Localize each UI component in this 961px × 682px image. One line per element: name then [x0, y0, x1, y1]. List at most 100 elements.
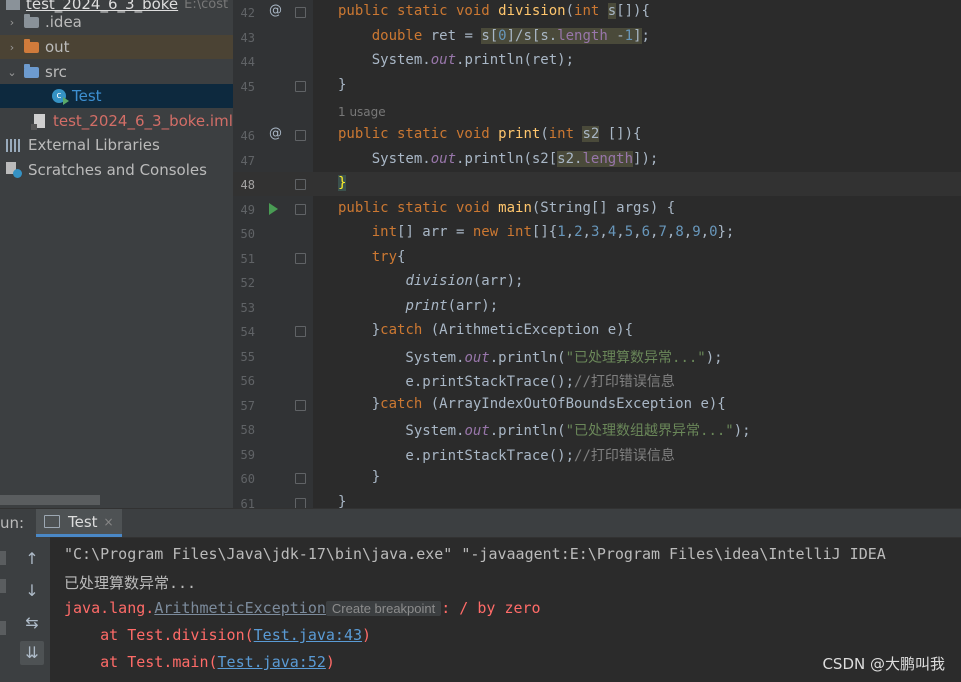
fold-icon[interactable]	[295, 400, 306, 411]
usage-hint[interactable]: 1 usage	[338, 105, 386, 119]
tab-label: Test	[68, 512, 98, 531]
run-toolbar: ↑ ↓ ⇆ ⇊	[0, 537, 50, 682]
fold-icon[interactable]	[295, 498, 306, 508]
code-line[interactable]: 49 public static void main(String[] args…	[233, 197, 961, 221]
soft-wrap-icon[interactable]: ⇆	[20, 611, 44, 635]
code-line[interactable]: 56 e.printStackTrace();//打印错误信息	[233, 368, 961, 392]
code-line[interactable]: 61 }	[233, 491, 961, 508]
stack-trace-line: at Test.main(Test.java:52)	[64, 653, 335, 671]
tree-item-label: .idea	[45, 13, 82, 31]
line-number: 52	[240, 276, 255, 290]
code-text: e.printStackTrace();//打印错误信息	[338, 374, 675, 390]
iml-file-icon	[31, 114, 45, 130]
tree-item-label: out	[45, 38, 70, 56]
tree-item-src[interactable]: ⌄ src	[0, 60, 233, 84]
code-text: e.printStackTrace();//打印错误信息	[338, 448, 675, 464]
fold-icon[interactable]	[295, 204, 306, 215]
line-number: 58	[240, 423, 255, 437]
close-icon[interactable]: ×	[104, 515, 114, 529]
line-number: 53	[240, 301, 255, 315]
code-line[interactable]: 45 }	[233, 74, 961, 98]
fold-icon[interactable]	[295, 130, 306, 141]
code-line-current[interactable]: 48 }	[233, 172, 961, 196]
horizontal-scrollbar[interactable]	[0, 495, 100, 505]
code-text: public static void division(int s[]){	[338, 3, 650, 19]
stop-icon[interactable]	[0, 579, 6, 593]
code-line[interactable]: 46 @ public static void print(int s2 [])…	[233, 123, 961, 147]
settings-icon[interactable]	[0, 621, 6, 635]
fold-icon[interactable]	[295, 253, 306, 264]
tree-item-external-libraries[interactable]: External Libraries	[0, 133, 233, 157]
scratches-icon	[6, 162, 22, 178]
code-line[interactable]: 42 @ public static void division(int s[]…	[233, 0, 961, 24]
trace-prefix: at Test.division(	[64, 626, 254, 644]
tree-item-out[interactable]: › out	[0, 35, 233, 59]
chevron-down-icon[interactable]: ⌄	[6, 66, 18, 79]
source-link[interactable]: Test.java:52	[218, 653, 326, 671]
exception-link[interactable]: ArithmeticException	[154, 599, 326, 617]
code-text: division(arr);	[405, 273, 524, 289]
code-editor[interactable]: 42 @ public static void division(int s[]…	[233, 0, 961, 508]
code-line[interactable]: 52 division(arr);	[233, 270, 961, 294]
console-icon	[44, 515, 60, 528]
trace-suffix: )	[325, 653, 335, 671]
tree-item-label: test_2024_6_3_boke.iml	[53, 112, 233, 130]
tab-test[interactable]: Test ×	[36, 509, 122, 537]
line-number: 61	[240, 497, 255, 508]
code-line[interactable]: 60 }	[233, 466, 961, 490]
code-line[interactable]: 44 System.out.println(ret);	[233, 49, 961, 73]
code-text: try{	[371, 249, 406, 265]
code-text: }catch (ArrayIndexOutOfBoundsException e…	[338, 396, 726, 412]
chevron-right-icon[interactable]: ›	[6, 16, 18, 29]
override-marker-icon[interactable]: @	[269, 3, 282, 18]
tree-item-idea[interactable]: › .idea	[0, 10, 233, 34]
code-text: System.out.println(s2[s2.length]);	[338, 151, 659, 167]
source-link[interactable]: Test.java:43	[254, 626, 362, 644]
line-number: 45	[240, 80, 255, 94]
usage-hint-row[interactable]: 1 usage	[233, 99, 961, 123]
code-text: System.out.println(ret);	[338, 52, 575, 68]
code-line[interactable]: 43 double ret = s[0]/s[s.length -1];	[233, 25, 961, 49]
scroll-to-end-icon[interactable]: ⇊	[20, 641, 44, 665]
tree-item-label: Scratches and Consoles	[28, 161, 207, 179]
code-line[interactable]: 53 print(arr);	[233, 295, 961, 319]
line-number: 43	[240, 31, 255, 45]
code-line[interactable]: 47 System.out.println(s2[s2.length]);	[233, 148, 961, 172]
create-breakpoint-button[interactable]: Create breakpoint	[325, 601, 442, 616]
fold-icon[interactable]	[295, 179, 306, 190]
tree-item-iml[interactable]: test_2024_6_3_boke.iml	[0, 109, 233, 133]
code-line[interactable]: 50 int[] arr = new int[]{1,2,3,4,5,6,7,8…	[233, 221, 961, 245]
code-line[interactable]: 55 System.out.println("已处理算数异常...");	[233, 344, 961, 368]
console-output-line: 已处理算数异常...	[64, 574, 197, 592]
excluded-folder-icon	[24, 38, 39, 53]
chevron-right-icon[interactable]: ›	[6, 41, 18, 54]
arrow-down-icon[interactable]: ↓	[20, 579, 44, 603]
run-gutter-icon[interactable]	[269, 203, 278, 215]
exception-prefix: java.lang.	[64, 599, 155, 617]
code-text: }catch (ArithmeticException e){	[338, 322, 634, 338]
line-number: 51	[240, 252, 255, 266]
fold-icon[interactable]	[295, 7, 306, 18]
code-text: }	[338, 77, 347, 93]
fold-icon[interactable]	[295, 326, 306, 337]
code-line[interactable]: 57 }catch (ArrayIndexOutOfBoundsExceptio…	[233, 393, 961, 417]
fold-icon[interactable]	[295, 81, 306, 92]
code-line[interactable]: 51 try{	[233, 246, 961, 270]
code-text: }	[338, 175, 347, 191]
rerun-icon[interactable]	[0, 551, 6, 565]
code-text: }	[338, 469, 381, 485]
arrow-up-icon[interactable]: ↑	[20, 547, 44, 571]
line-number: 57	[240, 399, 255, 413]
code-text: System.out.println("已处理数组越界异常...");	[338, 423, 751, 439]
code-line[interactable]: 59 e.printStackTrace();//打印错误信息	[233, 442, 961, 466]
line-number: 48	[240, 178, 255, 192]
tree-item-scratches[interactable]: Scratches and Consoles	[0, 158, 233, 182]
line-number: 49	[240, 203, 255, 217]
tree-item-test[interactable]: c Test	[0, 84, 233, 108]
code-line[interactable]: 58 System.out.println("已处理数组越界异常...");	[233, 417, 961, 441]
module-icon	[6, 0, 20, 10]
override-marker-icon[interactable]: @	[269, 126, 282, 141]
console-command-line: "C:\Program Files\Java\jdk-17\bin\java.e…	[64, 545, 886, 563]
code-line[interactable]: 54 }catch (ArithmeticException e){	[233, 319, 961, 343]
fold-icon[interactable]	[295, 473, 306, 484]
